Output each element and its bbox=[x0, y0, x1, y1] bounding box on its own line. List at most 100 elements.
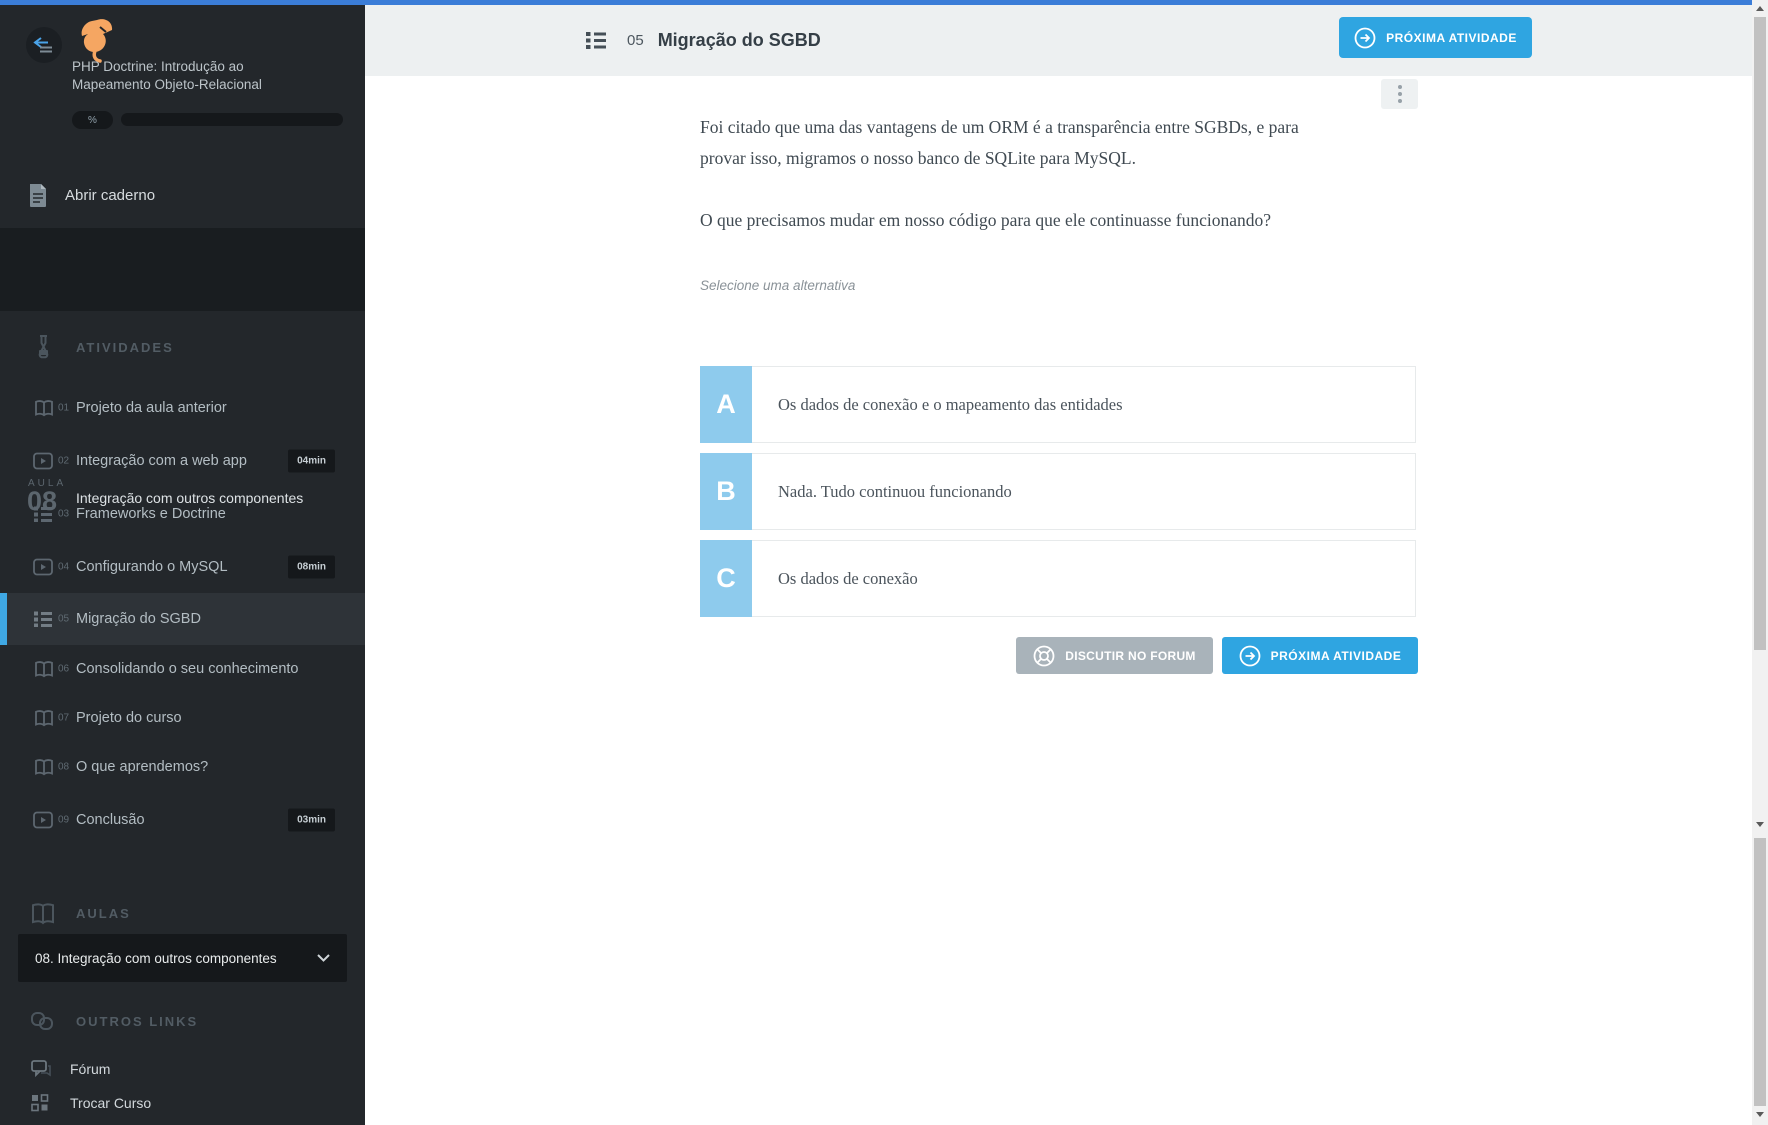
activity-number: 02 bbox=[58, 455, 70, 467]
activity-duration-badge: 08min bbox=[288, 555, 335, 579]
option-text: Os dados de conexão e o mapeamento das e… bbox=[752, 366, 1416, 443]
sidebar-item-activity-03[interactable]: 03 Frameworks e Doctrine bbox=[0, 489, 365, 539]
sidebar-item-forum[interactable]: Fórum bbox=[0, 1054, 365, 1084]
vertical-scrollbar[interactable] bbox=[1752, 0, 1768, 1125]
activity-label: Projeto do curso bbox=[76, 710, 182, 726]
scroll-up-arrow-icon[interactable] bbox=[1756, 6, 1764, 11]
book-icon bbox=[33, 759, 55, 776]
activities-section-header: ATIVIDADES bbox=[0, 332, 365, 362]
activity-duration-badge: 03min bbox=[288, 808, 335, 832]
course-title-line2: Mapeamento Objeto-Relacional bbox=[72, 76, 262, 92]
link-icon bbox=[30, 1009, 54, 1033]
sidebar-item-activity-05-current[interactable]: 05 Migração do SGBD bbox=[0, 593, 365, 645]
activity-number: 06 bbox=[58, 663, 70, 675]
lifebuoy-forum-icon bbox=[1033, 645, 1055, 667]
sidebar-item-activity-06[interactable]: 06 Consolidando o seu conhecimento bbox=[0, 644, 365, 694]
sidebar-item-activity-01[interactable]: 01 Projeto da aula anterior bbox=[0, 383, 365, 433]
arrow-right-circle-icon bbox=[1239, 645, 1261, 667]
activity-number: 05 bbox=[627, 32, 644, 49]
next-activity-button-top[interactable]: PRÓXIMA ATIVIDADE bbox=[1339, 17, 1532, 58]
option-letter-badge: B bbox=[700, 453, 752, 530]
progress-percentage-badge: % bbox=[72, 111, 113, 129]
sidebar-item-activity-09[interactable]: 09 Conclusão 03min bbox=[0, 795, 365, 845]
top-accent-bar bbox=[0, 0, 1752, 5]
sidebar-item-change-course[interactable]: Trocar Curso bbox=[0, 1088, 365, 1118]
lesson-select-dropdown[interactable]: 08. Integração com outros componentes bbox=[18, 934, 347, 982]
active-item-indicator bbox=[0, 593, 7, 645]
question-paragraph-1: Foi citado que uma das vantagens de um O… bbox=[700, 117, 1299, 168]
next-activity-button-bottom[interactable]: PRÓXIMA ATIVIDADE bbox=[1222, 637, 1418, 674]
other-links-header-label: OUTROS LINKS bbox=[76, 1013, 199, 1029]
sidebar-item-activity-07[interactable]: 07 Projeto do curso bbox=[0, 693, 365, 743]
option-letter-badge: C bbox=[700, 540, 752, 617]
next-activity-button-label: PRÓXIMA ATIVIDADE bbox=[1386, 30, 1517, 45]
sidebar-item-open-notebook[interactable]: Abrir caderno bbox=[0, 172, 365, 218]
open-book-icon bbox=[30, 902, 56, 925]
other-links-section-header: OUTROS LINKS bbox=[0, 1006, 365, 1036]
discuss-forum-button-label: DISCUTIR NO FORUM bbox=[1065, 648, 1196, 663]
list-icon bbox=[33, 611, 53, 628]
sidebar-item-activity-08[interactable]: 08 O que aprendemos? bbox=[0, 742, 365, 792]
select-alternative-hint: Selecione uma alternativa bbox=[700, 278, 856, 293]
option-text: Os dados de conexão bbox=[752, 540, 1416, 617]
activity-label: Configurando o MySQL bbox=[76, 559, 228, 575]
collapse-arrow-icon bbox=[33, 37, 55, 53]
forum-link-label: Fórum bbox=[70, 1061, 111, 1077]
open-notebook-label: Abrir caderno bbox=[65, 186, 156, 204]
question-block: Foi citado que uma das vantagens de um O… bbox=[700, 112, 1348, 293]
change-course-link-label: Trocar Curso bbox=[70, 1095, 152, 1111]
option-text: Nada. Tudo continuou funcionando bbox=[752, 453, 1416, 530]
current-lesson-banner: AULA 08 Integração com outros componente… bbox=[0, 228, 365, 516]
activity-label: Migração do SGBD bbox=[76, 611, 201, 627]
more-options-button[interactable] bbox=[1381, 79, 1418, 109]
book-icon bbox=[33, 661, 55, 678]
video-icon bbox=[33, 558, 53, 576]
collapse-sidebar-button[interactable] bbox=[26, 27, 62, 63]
scrollbar-thumb-inner[interactable] bbox=[1754, 17, 1766, 650]
answer-option-a[interactable]: A Os dados de conexão e o mapeamento das… bbox=[700, 366, 1416, 443]
activity-number: 01 bbox=[58, 402, 70, 414]
aulas-section-header: AULAS bbox=[0, 898, 365, 928]
activity-number: 09 bbox=[58, 814, 70, 826]
course-title-line1: PHP Doctrine: Introdução ao bbox=[72, 59, 244, 74]
activity-header-bar: 05 Migração do SGBD PRÓXIMA ATIVIDADE bbox=[365, 5, 1752, 76]
activity-header-title-group: 05 Migração do SGBD bbox=[585, 5, 821, 76]
book-icon bbox=[33, 400, 55, 417]
activity-duration-badge: 04min bbox=[288, 449, 335, 473]
arrow-right-circle-icon bbox=[1354, 27, 1376, 49]
activity-number: 05 bbox=[58, 613, 70, 625]
chat-bubbles-icon bbox=[31, 1060, 51, 1078]
activity-number: 08 bbox=[58, 761, 70, 773]
scrollbar-thumb-outer[interactable] bbox=[1754, 838, 1766, 1106]
chevron-down-icon bbox=[317, 954, 330, 962]
sidebar-item-activity-02[interactable]: 02 Integração com a web app 04min bbox=[0, 436, 365, 486]
sidebar-item-activity-04[interactable]: 04 Configurando o MySQL 08min bbox=[0, 542, 365, 592]
aulas-header-label: AULAS bbox=[76, 905, 131, 921]
flask-icon bbox=[33, 334, 54, 361]
activities-header-label: ATIVIDADES bbox=[76, 339, 174, 355]
activity-label: O que aprendemos? bbox=[76, 759, 209, 775]
activity-label: Consolidando o seu conhecimento bbox=[76, 661, 299, 677]
video-icon bbox=[33, 452, 53, 470]
answer-options-list: A Os dados de conexão e o mapeamento das… bbox=[700, 366, 1416, 627]
activity-label: Frameworks e Doctrine bbox=[76, 506, 226, 522]
activity-number: 07 bbox=[58, 712, 70, 724]
scroll-down-arrow-icon[interactable] bbox=[1756, 1112, 1764, 1117]
next-activity-button-label: PRÓXIMA ATIVIDADE bbox=[1270, 648, 1402, 663]
kebab-menu-icon bbox=[1397, 85, 1402, 103]
discuss-forum-button[interactable]: DISCUTIR NO FORUM bbox=[1016, 637, 1213, 674]
video-icon bbox=[33, 811, 53, 829]
answer-option-b[interactable]: B Nada. Tudo continuou funcionando bbox=[700, 453, 1416, 530]
page-title: Migração do SGBD bbox=[657, 30, 821, 50]
scroll-down-arrow-icon[interactable] bbox=[1756, 822, 1764, 827]
activity-label: Projeto da aula anterior bbox=[76, 400, 227, 416]
lesson-select-value: 08. Integração com outros componentes bbox=[35, 950, 277, 966]
list-icon bbox=[585, 31, 607, 50]
list-icon bbox=[33, 506, 53, 523]
activity-label: Integração com a web app bbox=[76, 453, 247, 469]
activity-number: 04 bbox=[58, 561, 70, 573]
activity-number: 03 bbox=[58, 508, 70, 520]
activity-label: Conclusão bbox=[76, 812, 145, 828]
course-sidebar: PHP Doctrine: Introdução ao Mapeamento O… bbox=[0, 0, 365, 1125]
answer-option-c[interactable]: C Os dados de conexão bbox=[700, 540, 1416, 617]
